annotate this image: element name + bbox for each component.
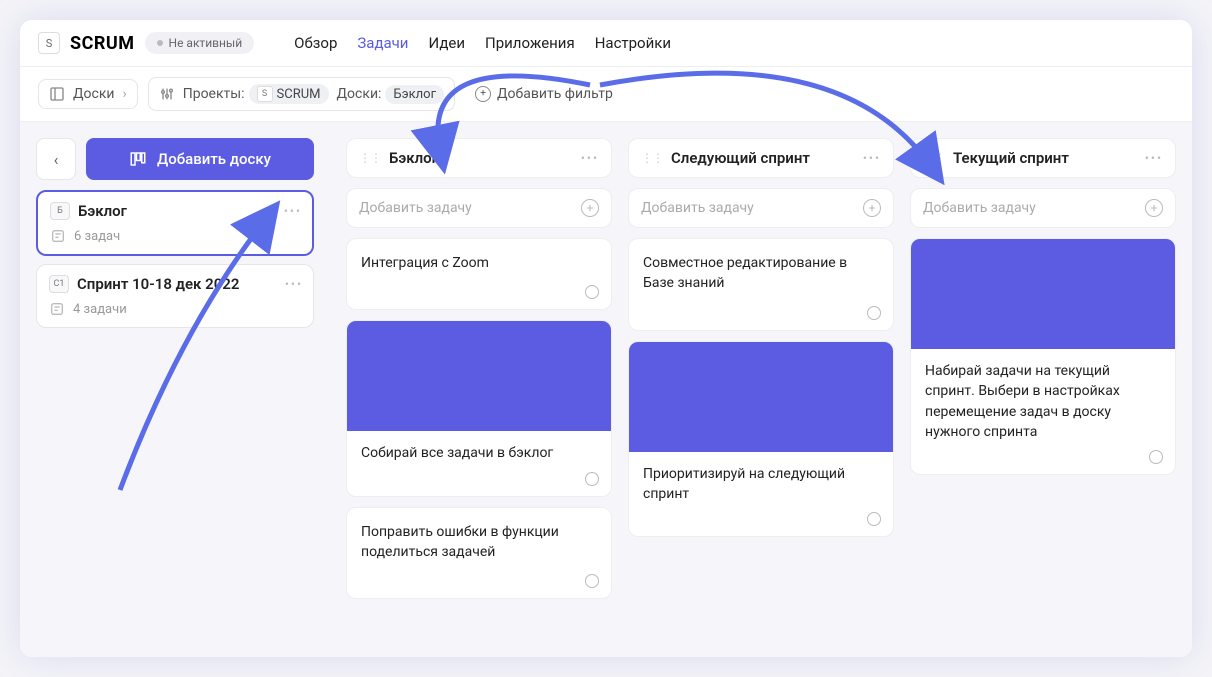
sidebar-board-backlog[interactable]: Б Бэклог 6 задач ••• [36,190,314,256]
card-cover-image [347,321,611,431]
filter-project-badge: S [257,86,273,102]
app-header: S SCRUM Не активный Обзор Задачи Идеи Пр… [20,20,1192,67]
more-menu-icon[interactable]: ••• [1145,151,1163,165]
drag-handle-icon[interactable]: ⋮⋮ [359,151,381,165]
body-area: ‹ Добавить доску Б Бэклог 6 задач [20,122,1192,657]
card-text: Совместное редактирование в Базе знаний [629,239,893,330]
add-task-placeholder: Добавить задачу [359,200,472,216]
add-task-input[interactable]: Добавить задачу + [346,188,612,228]
board-title: Спринт 10-18 дек 2022 [77,275,239,293]
task-card[interactable]: Поправить ошибки в функции поделиться за… [346,507,612,600]
back-button[interactable]: ‹ [36,138,76,180]
card-text: Собирай все задачи в бэклог [347,431,611,495]
more-menu-icon[interactable]: ••• [284,204,302,218]
nav-settings[interactable]: Настройки [595,34,671,52]
task-card[interactable]: Приоритизируй на следующий спринт [628,341,894,538]
task-card[interactable]: Собирай все задачи в бэклог [346,320,612,496]
breadcrumb-label: Доски [73,86,115,102]
toolbar: Доски › Проекты: S SCRUM Доски: Бэклог +… [20,67,1192,122]
breadcrumb-boards[interactable]: Доски › [38,79,138,109]
tasks-icon [50,228,66,244]
board-icon [49,86,65,102]
filter-boards-label: Доски: [337,86,382,102]
task-card[interactable]: Набирай задачи на текущий спринт. Выбери… [910,238,1176,475]
card-cover-image [911,239,1175,349]
add-task-input[interactable]: Добавить задачу + [910,188,1176,228]
filter-projects-label: Проекты: [183,86,245,102]
nav-apps[interactable]: Приложения [485,34,575,52]
project-badge: S [38,32,60,54]
sidebar: ‹ Добавить доску Б Бэклог 6 задач [20,122,330,657]
filter-boards[interactable]: Доски: Бэклог [337,85,445,104]
nav-overview[interactable]: Обзор [294,34,337,52]
task-card[interactable]: Интеграция с Zoom [346,238,612,310]
project-name: SCRUM [70,33,135,54]
sidebar-top: ‹ Добавить доску [36,138,314,180]
add-task-placeholder: Добавить задачу [641,200,754,216]
more-menu-icon[interactable]: ••• [863,151,881,165]
board-title: Бэклог [78,202,127,220]
board-chip: Б [50,202,70,220]
filter-boards-value: Бэклог [385,85,444,104]
add-task-input[interactable]: Добавить задачу + [628,188,894,228]
column-header[interactable]: ⋮⋮ Текущий спринт ••• [910,138,1176,178]
task-card[interactable]: Совместное редактирование в Базе знаний [628,238,894,331]
card-cover-image [629,342,893,452]
column-title: Бэклог [389,149,573,167]
card-text: Интеграция с Zoom [347,239,611,309]
plus-circle-icon: + [475,86,491,102]
add-task-placeholder: Добавить задачу [923,200,1036,216]
filter-box: Проекты: S SCRUM Доски: Бэклог [148,77,455,111]
status-circle-icon[interactable] [585,472,599,486]
nav-tasks[interactable]: Задачи [357,34,408,52]
tasks-icon [49,301,65,317]
column-title: Следующий спринт [671,149,855,167]
column-title: Текущий спринт [953,149,1137,167]
column-next-sprint: ⋮⋮ Следующий спринт ••• Добавить задачу … [628,138,894,641]
board-list: Б Бэклог 6 задач ••• С1 Спринт 10-18 дек… [36,190,314,328]
status-label: Не активный [169,36,243,50]
kanban-columns: ⋮⋮ Бэклог ••• Добавить задачу + Интеграц… [330,122,1192,657]
board-count: 4 задачи [73,302,127,317]
app-window: S SCRUM Не активный Обзор Задачи Идеи Пр… [20,20,1192,657]
board-chip: С1 [49,275,69,293]
status-dot-icon [157,40,163,46]
card-text: Поправить ошибки в функции поделиться за… [347,508,611,599]
filter-project-value: SCRUM [277,87,321,102]
filter-projects[interactable]: Проекты: S SCRUM [183,84,329,104]
add-filter-label: Добавить фильтр [497,86,613,102]
chevron-left-icon: ‹ [54,150,59,169]
drag-handle-icon[interactable]: ⋮⋮ [641,151,663,165]
main-nav: Обзор Задачи Идеи Приложения Настройки [294,34,671,52]
sliders-icon[interactable] [159,86,175,102]
plus-circle-icon[interactable]: + [863,199,881,217]
board-count: 6 задач [74,229,120,244]
card-text: Приоритизируй на следующий спринт [629,452,893,537]
column-header[interactable]: ⋮⋮ Следующий спринт ••• [628,138,894,178]
add-board-label: Добавить доску [157,150,271,168]
drag-handle-icon[interactable]: ⋮⋮ [923,151,945,165]
status-circle-icon[interactable] [867,306,881,320]
kanban-icon [129,150,147,168]
column-backlog: ⋮⋮ Бэклог ••• Добавить задачу + Интеграц… [346,138,612,641]
add-filter-button[interactable]: + Добавить фильтр [465,80,623,108]
chevron-right-icon: › [123,86,127,102]
nav-ideas[interactable]: Идеи [428,34,465,52]
plus-circle-icon[interactable]: + [581,199,599,217]
column-current-sprint: ⋮⋮ Текущий спринт ••• Добавить задачу + … [910,138,1176,641]
sidebar-board-sprint[interactable]: С1 Спринт 10-18 дек 2022 4 задачи ••• [36,264,314,328]
column-header[interactable]: ⋮⋮ Бэклог ••• [346,138,612,178]
plus-circle-icon[interactable]: + [1145,199,1163,217]
more-menu-icon[interactable]: ••• [285,277,303,291]
card-text: Набирай задачи на текущий спринт. Выбери… [911,349,1175,474]
add-board-button[interactable]: Добавить доску [86,138,314,180]
status-pill[interactable]: Не активный [145,32,255,54]
more-menu-icon[interactable]: ••• [581,151,599,165]
